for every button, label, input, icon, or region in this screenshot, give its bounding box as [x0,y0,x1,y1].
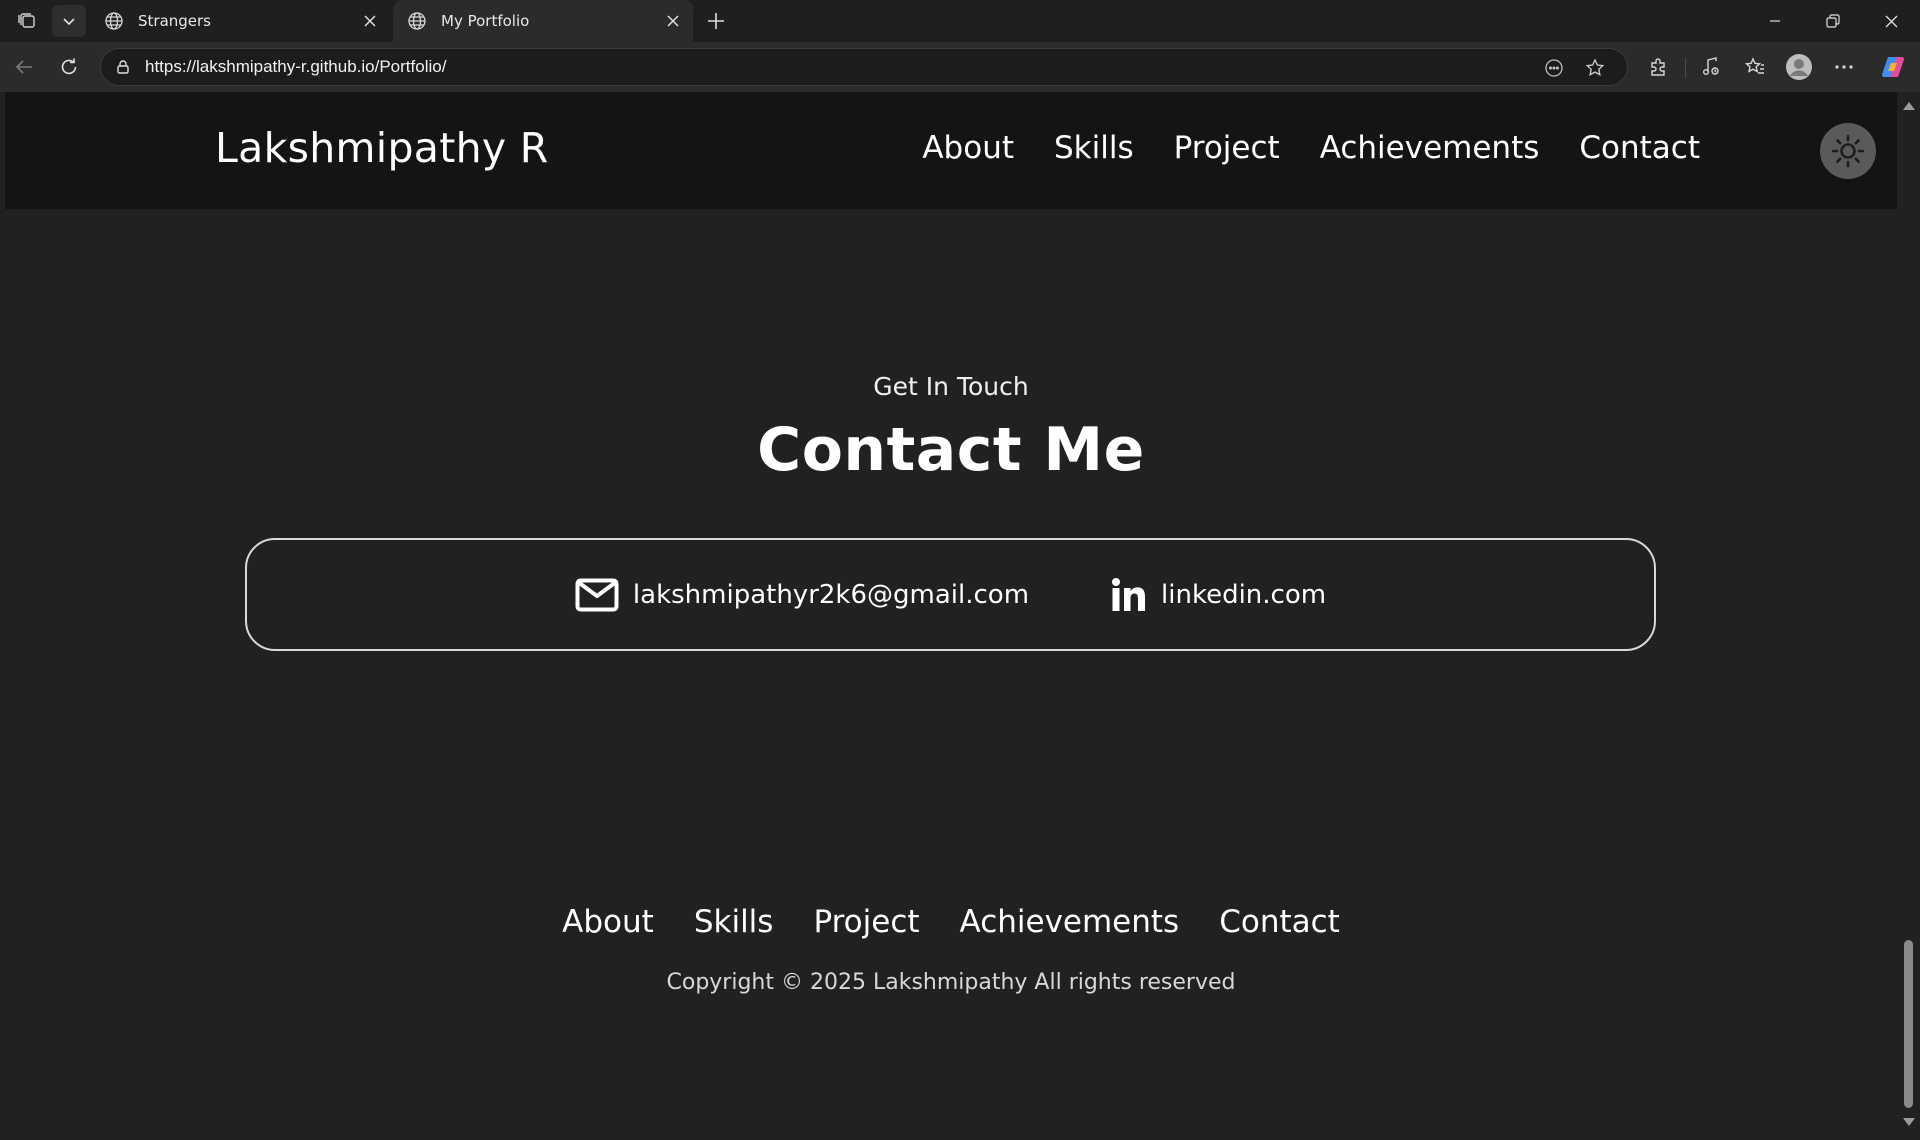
more-horizontal-icon [1835,65,1853,69]
site-nav: About Skills Project Achievements Contac… [922,130,1700,166]
site-footer: About Skills Project Achievements Contac… [5,904,1897,995]
close-tab-icon[interactable] [360,11,380,31]
nav-link-about[interactable]: About [922,130,1014,166]
tab-my-portfolio[interactable]: My Portfolio [393,0,693,42]
footer-link-about[interactable]: About [562,904,654,940]
avatar-icon [1786,54,1812,80]
scrollbar-thumb[interactable] [1904,940,1913,1108]
email-text: lakshmipathyr2k6@gmail.com [632,579,1030,610]
scroll-down-arrow-icon[interactable] [1903,1118,1915,1126]
lock-icon [117,60,129,74]
contact-eyebrow: Get In Touch [873,372,1029,401]
footer-nav: About Skills Project Achievements Contac… [5,904,1897,940]
tab-strip: Strangers My Portfolio [0,0,1920,42]
nav-link-achievements[interactable]: Achievements [1320,130,1540,166]
email-link[interactable]: lakshmipathyr2k6@gmail.com [575,578,1029,612]
profile-button[interactable] [1784,52,1814,82]
close-tab-icon[interactable] [663,11,683,31]
settings-more-button[interactable] [1829,52,1859,82]
browser-toolbar: https://lakshmipathy-r.github.io/Portfol… [0,42,1920,92]
linkedin-icon [1111,577,1147,613]
url-text: https://lakshmipathy-r.github.io/Portfol… [145,57,447,76]
page-viewport: Lakshmipathy R About Skills Project Achi… [5,92,1897,1135]
workspaces-button[interactable] [10,5,44,37]
linkedin-text: linkedin.com [1161,579,1327,610]
minimize-button[interactable] [1746,0,1804,42]
reader-options-icon[interactable] [1543,57,1565,79]
music-note-icon [1703,57,1719,75]
contact-card: lakshmipathyr2k6@gmail.com linkedin.com [245,538,1656,651]
footer-link-achievements[interactable]: Achievements [960,904,1180,940]
mail-icon [575,578,619,612]
tab-title: My Portfolio [441,12,530,30]
globe-icon [104,10,126,32]
contact-section: Get In Touch Contact Me [5,372,1897,485]
minimize-icon [1770,20,1780,22]
puzzle-icon [1651,58,1665,76]
copilot-icon [1881,56,1905,78]
address-bar[interactable]: https://lakshmipathy-r.github.io/Portfol… [100,48,1628,86]
new-tab-button[interactable] [700,5,732,37]
page-scrollbar[interactable] [1897,92,1920,1140]
contact-heading: Contact Me [757,415,1145,485]
footer-link-skills[interactable]: Skills [694,904,774,940]
extensions-button[interactable] [1644,52,1674,82]
tab-actions-menu-button[interactable] [52,5,86,37]
plus-icon [708,13,724,29]
restore-icon [1826,14,1840,28]
close-window-button[interactable] [1862,0,1920,42]
workspaces-icon [18,13,35,28]
media-control-button[interactable] [1696,52,1726,82]
sun-icon [1831,134,1865,168]
favorites-list-icon [1744,57,1764,74]
refresh-button[interactable] [53,51,85,83]
chevron-down-icon [63,18,75,26]
linkedin-link[interactable]: linkedin.com [1111,577,1326,613]
favorites-button[interactable] [1740,52,1770,82]
site-brand[interactable]: Lakshmipathy R [215,124,549,172]
refresh-icon [61,58,77,75]
favorite-star-icon[interactable] [1584,57,1606,79]
footer-link-contact[interactable]: Contact [1219,904,1340,940]
nav-link-project[interactable]: Project [1174,130,1280,166]
copyright-text: Copyright © 2025 Lakshmipathy All rights… [666,970,1236,995]
theme-toggle-button[interactable] [1820,123,1876,179]
nav-link-skills[interactable]: Skills [1054,130,1134,166]
tab-title: Strangers [138,12,212,30]
globe-icon [407,10,429,32]
arrow-left-icon [15,60,32,74]
nav-link-contact[interactable]: Contact [1579,130,1700,166]
back-button[interactable] [8,51,40,83]
copilot-button[interactable] [1878,52,1908,82]
tab-strangers[interactable]: Strangers [90,0,390,42]
close-icon [1885,15,1897,27]
footer-link-project[interactable]: Project [813,904,919,940]
site-header: Lakshmipathy R About Skills Project Achi… [5,92,1897,209]
scroll-up-arrow-icon[interactable] [1903,102,1915,110]
restore-button[interactable] [1804,0,1862,42]
